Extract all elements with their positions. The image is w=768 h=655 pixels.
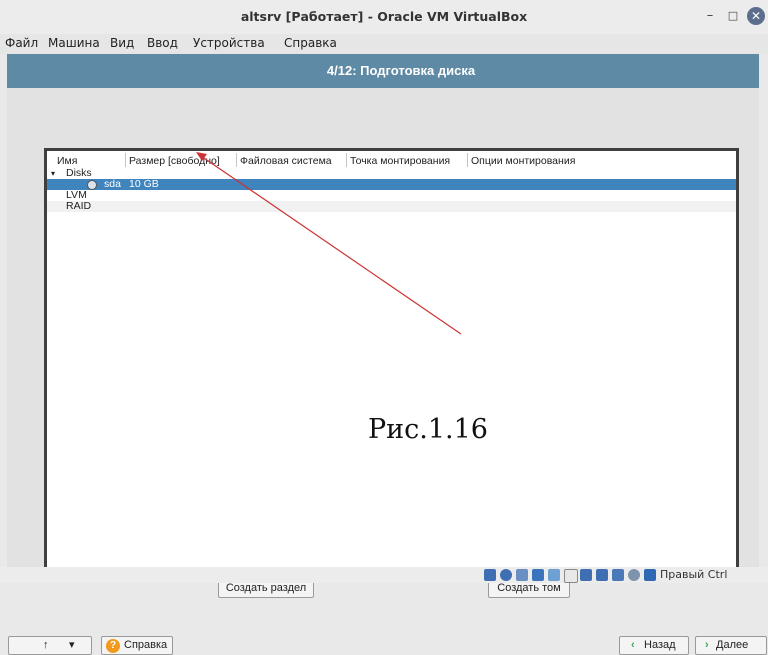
next-button[interactable]: › Далее — [695, 636, 767, 655]
shared-folder-icon[interactable] — [564, 569, 578, 583]
vm-screen[interactable]: 4/12: Подготовка диска Имя Размер [свобо… — [7, 54, 767, 655]
cpu-icon[interactable] — [612, 569, 624, 581]
chevron-down-icon: ▾ — [69, 639, 75, 651]
expand-arrow-icon[interactable]: ▾ — [51, 168, 55, 179]
audio-icon[interactable] — [516, 569, 528, 581]
tree-label-raid: RAID — [66, 200, 92, 212]
menu-view[interactable]: Вид — [110, 36, 134, 50]
download-icon[interactable] — [644, 569, 656, 581]
figure-caption: Рис.1.16 — [368, 414, 488, 445]
column-name[interactable]: Имя — [57, 155, 77, 167]
help-icon: ? — [106, 639, 120, 653]
window-title: altsrv [Работает] - Oracle VM VirtualBox — [240, 9, 528, 24]
column-size[interactable]: Размер [свободно] — [129, 155, 220, 167]
column-filesystem[interactable]: Файловая система — [240, 155, 332, 167]
display-icon[interactable] — [580, 569, 592, 581]
up-dropdown-button[interactable]: ↑ ▾ — [8, 636, 92, 655]
network-icon[interactable] — [532, 569, 544, 581]
optical-drive-icon[interactable] — [500, 569, 512, 581]
menu-machine[interactable]: Машина — [48, 36, 100, 50]
menu-input[interactable]: Ввод — [147, 36, 178, 50]
statusbar: Правый Ctrl — [0, 567, 768, 583]
chevron-left-icon: ‹ — [631, 639, 635, 651]
menu-file[interactable]: Файл — [5, 36, 38, 50]
chevron-right-icon: › — [705, 639, 709, 651]
column-separator — [346, 153, 347, 167]
menu-help[interactable]: Справка — [284, 36, 337, 50]
column-separator — [125, 153, 126, 167]
host-key-label: Правый Ctrl — [660, 568, 728, 581]
video-capture-icon[interactable] — [596, 569, 608, 581]
back-label: Назад — [644, 639, 676, 651]
help-button[interactable]: ? Справка — [101, 636, 173, 655]
maximize-button[interactable]: □ — [723, 6, 743, 26]
menu-devices[interactable]: Устройства — [193, 36, 265, 50]
installer-step-title: 4/12: Подготовка диска — [326, 63, 476, 78]
column-separator — [467, 153, 468, 167]
tree-label-disks: Disks — [66, 167, 92, 179]
column-mountpoint[interactable]: Точка монтирования — [350, 155, 450, 167]
minimize-button[interactable]: – — [700, 6, 720, 26]
disk-icon[interactable] — [484, 569, 496, 581]
next-label: Далее — [716, 639, 749, 651]
column-separator — [236, 153, 237, 167]
back-button[interactable]: ‹ Назад — [619, 636, 689, 655]
tree-row-sda[interactable]: sda 10 GB — [47, 179, 736, 190]
column-mount-options[interactable]: Опции монтирования — [471, 155, 575, 167]
window-titlebar: altsrv [Работает] - Oracle VM VirtualBox… — [0, 0, 768, 34]
menubar: Файл Машина Вид Ввод Устройства Справка — [0, 34, 768, 54]
mouse-integration-icon[interactable] — [628, 569, 640, 581]
disk-name: sda — [104, 178, 121, 190]
help-label: Справка — [124, 639, 168, 651]
installer-step-header: 4/12: Подготовка диска — [7, 54, 759, 88]
disk-icon — [87, 180, 97, 190]
installer-panel: Имя Размер [свободно] Файловая система Т… — [7, 88, 767, 655]
disk-size: 10 GB — [129, 178, 159, 190]
tree-row-raid[interactable]: RAID — [47, 201, 736, 212]
partition-tree[interactable]: Имя Размер [свободно] Файловая система Т… — [44, 148, 739, 574]
up-arrow-icon: ↑ — [43, 639, 49, 651]
usb-icon[interactable] — [548, 569, 560, 581]
tree-row-lvm[interactable]: LVM — [47, 190, 736, 201]
close-button[interactable]: ✕ — [747, 7, 765, 25]
